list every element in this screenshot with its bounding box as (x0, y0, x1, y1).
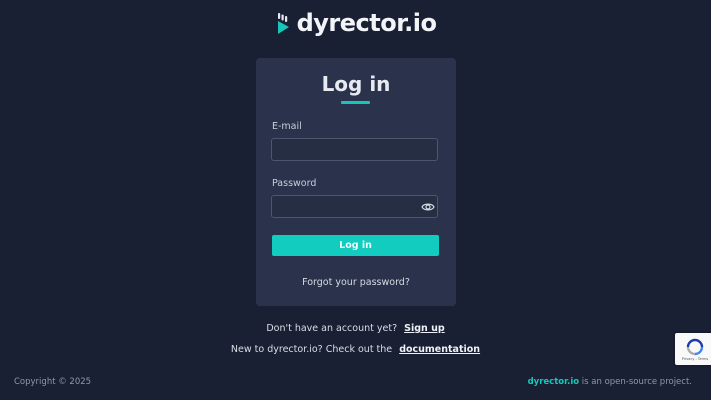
forgot-password-link[interactable]: Forgot your password? (256, 277, 456, 288)
eye-icon[interactable] (421, 201, 435, 213)
brand-logo[interactable]: dyrector.io (0, 8, 711, 38)
documentation-link[interactable]: documentation (399, 344, 480, 355)
footer-brand-link[interactable]: dyrector.io (528, 377, 580, 387)
page-title: Log in (321, 72, 391, 96)
docs-prompt: New to dyrector.io? Check out the docume… (0, 344, 711, 355)
password-field[interactable] (271, 195, 438, 218)
password-label: Password (272, 178, 317, 189)
login-page: dyrector.io Log in E-mail Password Log i… (0, 0, 711, 400)
title-underline (341, 101, 370, 104)
signup-prompt-text: Don't have an account yet? (266, 323, 398, 334)
docs-prompt-text: New to dyrector.io? Check out the (230, 344, 393, 355)
copyright-text: Copyright © 2025 (14, 377, 92, 387)
signup-prompt: Don't have an account yet? Sign up (0, 323, 711, 334)
dyrector-logo-icon (277, 13, 289, 34)
signup-link[interactable]: Sign up (404, 323, 445, 334)
email-field[interactable] (271, 138, 438, 161)
recaptcha-badge[interactable]: Privacy - Terms (675, 333, 711, 365)
login-button[interactable]: Log in (272, 235, 439, 256)
recaptcha-icon (686, 338, 704, 355)
footer-tagline: is an open-source project. (579, 377, 692, 387)
recaptcha-terms: Privacy - Terms (681, 356, 709, 361)
open-source-note: dyrector.io is an open-source project. (528, 377, 692, 387)
brand-name: dyrector.io (296, 9, 437, 37)
email-label: E-mail (272, 121, 302, 132)
